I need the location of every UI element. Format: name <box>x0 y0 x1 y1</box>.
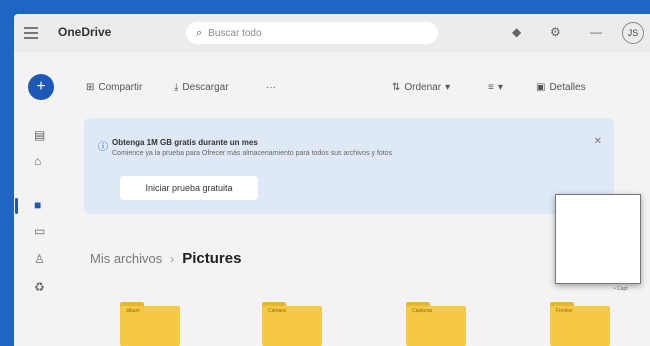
folder-item[interactable]: Capturas <box>406 302 466 346</box>
sort-icon: ⇅ <box>392 82 401 93</box>
folder-label: Capturas <box>412 308 433 314</box>
breadcrumb-current: Pictures <box>182 250 242 267</box>
download-icon: ⤓ <box>174 82 179 93</box>
settings-icon[interactable]: ⚙ <box>550 25 561 39</box>
chevron-down-icon: ▾ <box>445 82 451 93</box>
preview-panel[interactable] <box>555 194 641 284</box>
home-icon[interactable]: ▤ <box>34 128 45 142</box>
folder-item[interactable]: Fondos <box>550 302 610 346</box>
title-bar: OneDrive ⌕ Buscar todo ◆ ⚙ — JS <box>14 14 650 52</box>
breadcrumb: Mis archivos › Pictures <box>90 250 241 267</box>
share-icon: ⊞ <box>86 82 95 93</box>
view-button[interactable]: ≡ ▾ <box>488 82 503 93</box>
folder-label: Cámara <box>268 308 286 314</box>
folder-body: Cámara <box>262 306 322 346</box>
start-trial-button[interactable]: Iniciar prueba gratuita <box>120 176 258 200</box>
promo-banner: ⓘ Obtenga 1M GB gratis durante un mes Co… <box>84 118 614 214</box>
folder-body: Fondos <box>550 306 610 346</box>
banner-description: Comience ya la prueba para Ofrecer más a… <box>112 150 393 157</box>
folder-item[interactable]: Cámara <box>262 302 322 346</box>
people-icon[interactable]: ♙ <box>34 252 45 266</box>
avatar[interactable]: JS <box>622 22 644 44</box>
chevron-down-icon: ▾ <box>497 82 503 93</box>
hamburger-icon[interactable] <box>24 27 38 39</box>
minimize-icon[interactable]: — <box>590 25 602 39</box>
folder-icon[interactable]: ■ <box>34 198 41 212</box>
recycle-bin-icon[interactable]: ♻ <box>34 280 45 294</box>
more-button[interactable]: ··· <box>266 82 276 93</box>
share-label: Compartir <box>98 82 143 93</box>
sort-label: Ordenar <box>404 82 442 93</box>
breadcrumb-parent[interactable]: Mis archivos <box>90 251 162 266</box>
search-input[interactable]: ⌕ Buscar todo <box>186 22 438 44</box>
folder-label: Fondos <box>556 308 573 314</box>
my-files-icon[interactable]: ⌂ <box>34 154 41 168</box>
folder-body: álbum <box>120 306 180 346</box>
folder-body: Capturas <box>406 306 466 346</box>
preview-caption: • Capt <box>614 286 628 292</box>
info-icon: ⓘ <box>98 142 108 153</box>
folder-label: álbum <box>126 308 140 314</box>
shared-icon[interactable]: ▭ <box>34 224 45 238</box>
details-icon: ▣ <box>536 82 546 93</box>
new-button[interactable]: + <box>28 74 54 100</box>
active-indicator <box>15 198 18 214</box>
share-button[interactable]: ⊞ Compartir <box>86 82 142 93</box>
download-label: Descargar <box>182 82 229 93</box>
search-icon: ⌕ <box>196 26 203 39</box>
banner-title: Obtenga 1M GB gratis durante un mes <box>112 138 258 147</box>
view-label: ≡ <box>488 82 494 93</box>
close-icon[interactable]: ✕ <box>594 136 602 147</box>
download-button[interactable]: ⤓ Descargar <box>174 82 229 93</box>
app-title: OneDrive <box>58 25 112 39</box>
more-label: ··· <box>266 82 276 93</box>
sort-button[interactable]: ⇅ Ordenar ▾ <box>392 82 450 93</box>
details-button[interactable]: ▣ Detalles <box>536 82 586 93</box>
search-placeholder: Buscar todo <box>208 27 262 39</box>
onedrive-window: OneDrive ⌕ Buscar todo ◆ ⚙ — JS + ▤ ⌂ ■ … <box>14 14 650 346</box>
chevron-right-icon: › <box>170 251 175 266</box>
folder-item[interactable]: álbum <box>120 302 180 346</box>
details-label: Detalles <box>549 82 586 93</box>
diamond-icon[interactable]: ◆ <box>512 25 521 39</box>
